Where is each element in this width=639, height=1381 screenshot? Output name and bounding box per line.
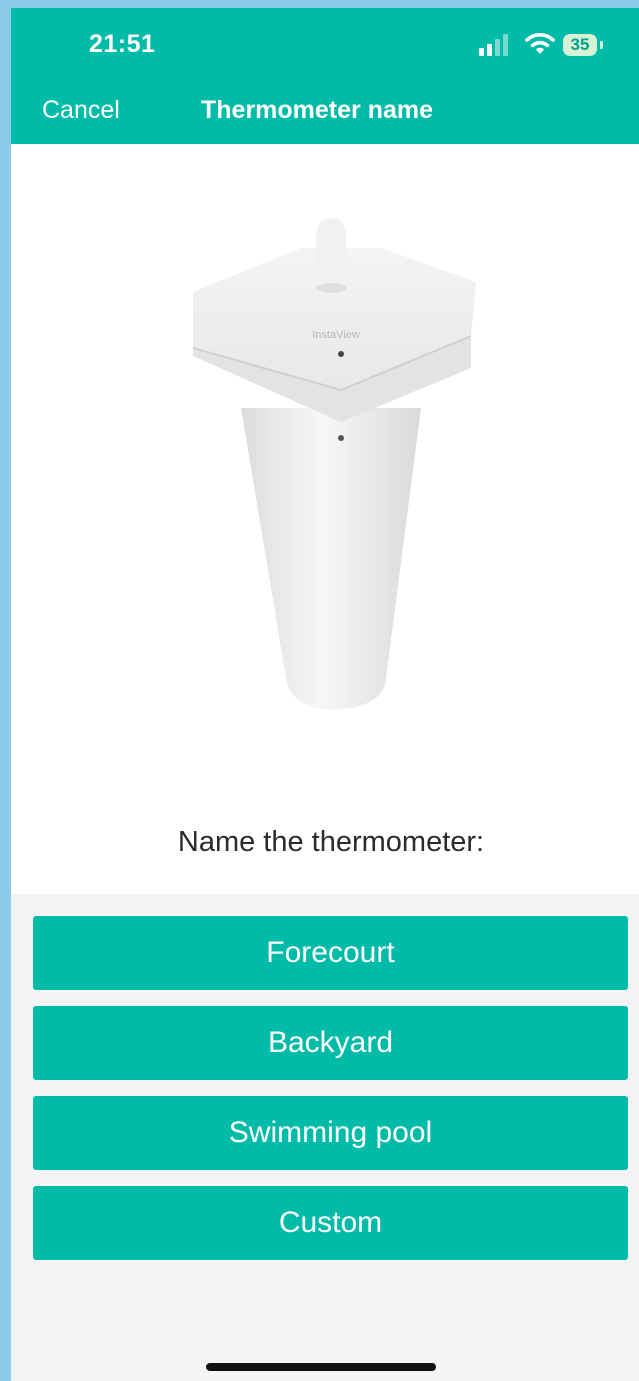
battery-nub xyxy=(600,41,603,49)
signal-icon xyxy=(479,32,515,56)
thermometer-product-image: InstaView xyxy=(192,218,476,710)
option-backyard-button[interactable]: Backyard xyxy=(33,1006,628,1080)
header: 21:51 35 Cancel Thermometer name xyxy=(11,8,639,144)
home-indicator[interactable] xyxy=(206,1363,436,1371)
option-swimming-pool-button[interactable]: Swimming pool xyxy=(33,1096,628,1170)
battery-icon: 35 xyxy=(563,34,597,56)
cancel-button[interactable]: Cancel xyxy=(42,96,120,125)
option-custom-button[interactable]: Custom xyxy=(33,1186,628,1260)
options-area: Forecourt Backyard Swimming pool Custom xyxy=(11,894,639,1381)
status-icons: 35 xyxy=(479,32,603,58)
prompt-text: Name the thermometer: xyxy=(177,826,485,858)
status-time: 21:51 xyxy=(89,30,156,58)
brand-label: InstaView xyxy=(312,329,360,341)
app-screen: 21:51 35 Cancel Thermometer name InstaVi… xyxy=(11,8,639,1381)
option-forecourt-button[interactable]: Forecourt xyxy=(33,916,628,990)
wifi-icon xyxy=(525,32,555,56)
page-title: Thermometer name xyxy=(201,96,434,124)
